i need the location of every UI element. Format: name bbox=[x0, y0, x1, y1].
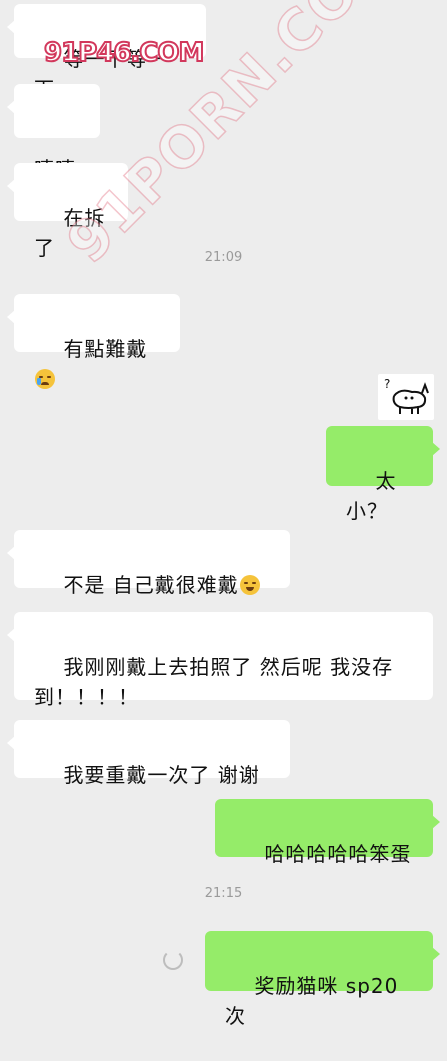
sticker-message[interactable]: ? bbox=[378, 374, 434, 420]
message-text: 太小？ bbox=[346, 469, 397, 523]
message-text: 我刚刚戴上去拍照了 然后呢 我没存到！！！！ bbox=[34, 655, 394, 709]
laughing-face-icon bbox=[239, 575, 260, 595]
message-text: 哈哈哈哈哈笨蛋 bbox=[264, 842, 412, 866]
watermark-top: 91P46.COM bbox=[43, 37, 205, 69]
message-text: 不是 自己戴很难戴 bbox=[63, 573, 239, 597]
message-incoming[interactable]: 不是 自己戴很难戴 bbox=[7, 530, 290, 597]
message-text: 奖励猫咪 sp20 次 bbox=[225, 974, 406, 1028]
message-outgoing[interactable]: 太小？ bbox=[326, 426, 440, 523]
message-incoming[interactable]: 我刚刚戴上去拍照了 然后呢 我没存到！！！！ bbox=[7, 612, 433, 709]
sending-spinner-icon bbox=[163, 950, 183, 970]
message-outgoing[interactable]: 哈哈哈哈哈笨蛋 bbox=[215, 799, 440, 866]
timestamp: 21:09 bbox=[204, 250, 243, 265]
message-incoming[interactable]: 我要重戴一次了 谢谢 bbox=[7, 720, 290, 787]
timestamp: 21:15 bbox=[204, 886, 243, 901]
message-incoming[interactable]: 嘻嘻 bbox=[7, 84, 100, 181]
message-text: 有點難戴 bbox=[63, 337, 148, 361]
message-incoming[interactable]: 有點難戴 bbox=[7, 294, 180, 389]
sticker-question-mark: ? bbox=[384, 377, 390, 391]
cat-sticker-icon: ? bbox=[384, 377, 429, 414]
crying-face-icon bbox=[35, 369, 55, 389]
message-text: 我要重戴一次了 谢谢 bbox=[63, 763, 260, 787]
chat-area: 等一下等一下 嘻嘻 在拆了 21:09 有點難戴 ? 太小？ 不是 自己戴很难戴… bbox=[0, 0, 447, 1028]
message-outgoing[interactable]: 奖励猫咪 sp20 次 bbox=[205, 931, 440, 1028]
